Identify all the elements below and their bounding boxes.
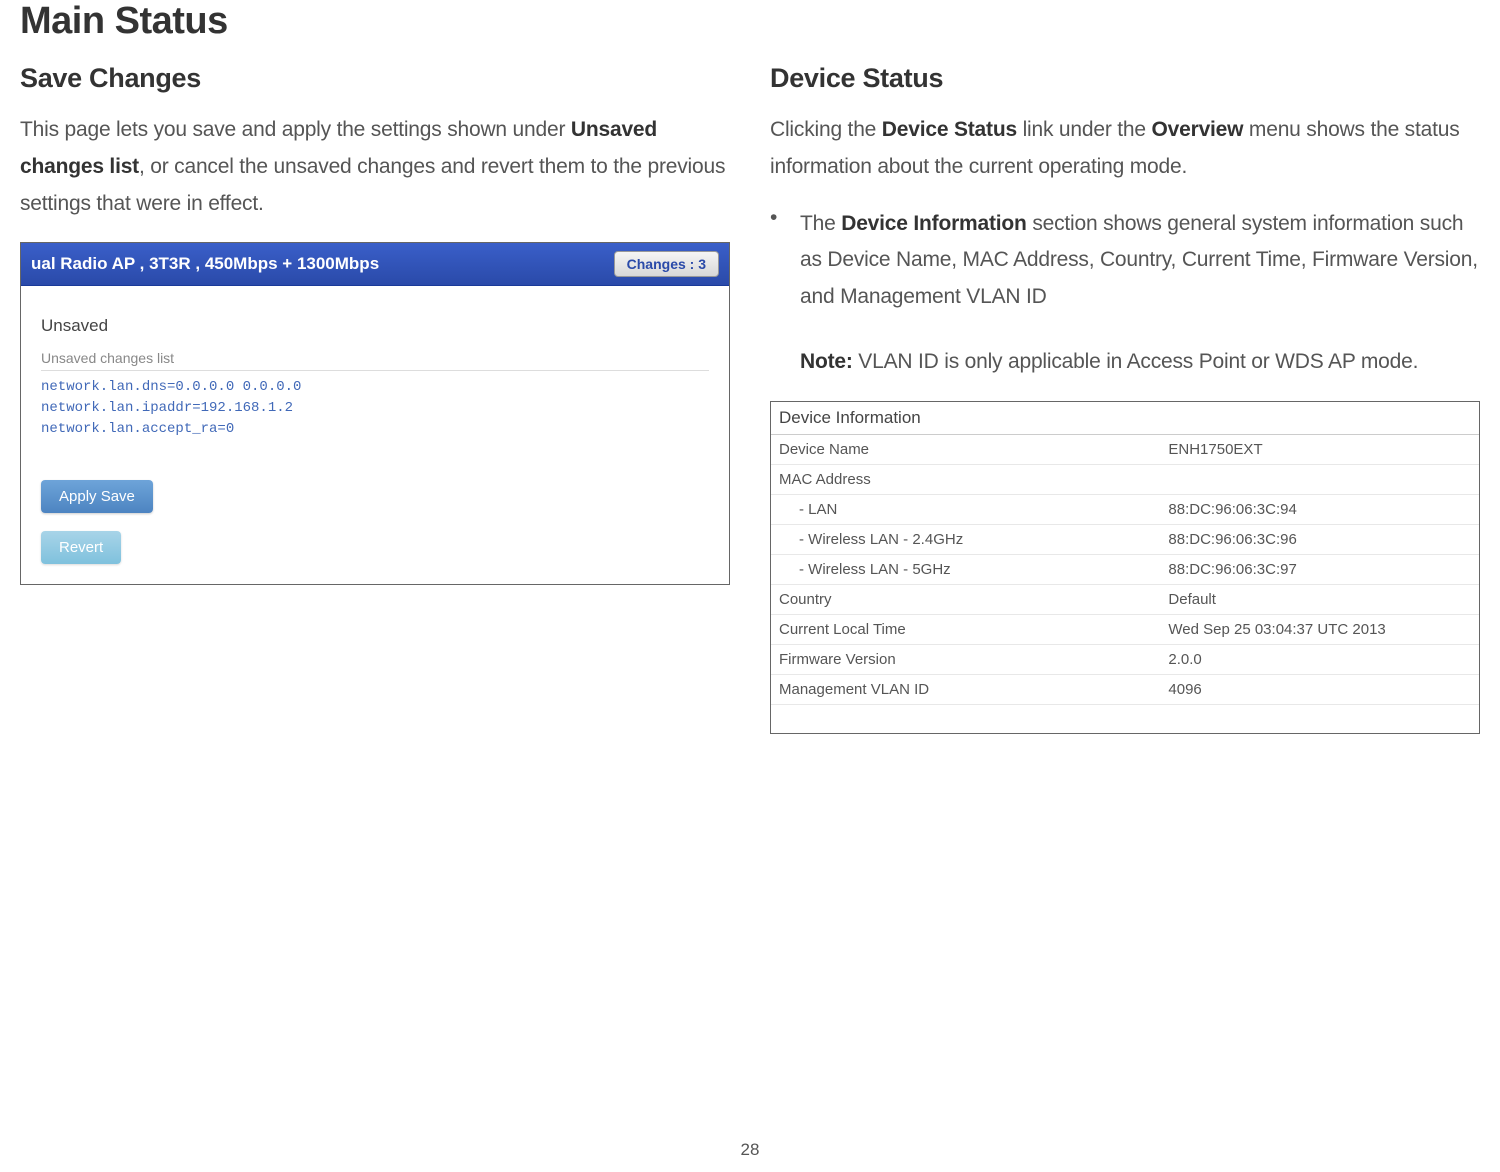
lan-value: 88:DC:96:06:3C:94 <box>1160 494 1479 524</box>
wlan24-value: 88:DC:96:06:3C:96 <box>1160 524 1479 554</box>
firmware-value: 2.0.0 <box>1160 644 1479 674</box>
right-column: Device Status Clicking the Device Status… <box>770 63 1480 734</box>
note-text: VLAN ID is only applicable in Access Poi… <box>853 350 1419 373</box>
ap-header-bar: ual Radio AP , 3T3R , 450Mbps + 1300Mbps… <box>21 243 729 286</box>
table-row: Management VLAN ID 4096 <box>771 674 1479 704</box>
table-row: - Wireless LAN - 2.4GHz 88:DC:96:06:3C:9… <box>771 524 1479 554</box>
table-row: Firmware Version 2.0.0 <box>771 644 1479 674</box>
unsaved-changes-pre: network.lan.dns=0.0.0.0 0.0.0.0 network.… <box>41 377 709 440</box>
table-row: Device Name ENH1750EXT <box>771 435 1479 465</box>
bullet-item: • The Device Information section shows g… <box>770 206 1480 330</box>
time-value: Wed Sep 25 03:04:37 UTC 2013 <box>1160 614 1479 644</box>
country-value: Default <box>1160 584 1479 614</box>
changes-button[interactable]: Changes : 3 <box>614 251 719 277</box>
text: This page lets you save and apply the se… <box>20 118 571 141</box>
save-changes-heading: Save Changes <box>20 63 730 94</box>
wlan5-value: 88:DC:96:06:3C:97 <box>1160 554 1479 584</box>
wlan24-label: - Wireless LAN - 2.4GHz <box>771 524 1160 554</box>
vlan-label: Management VLAN ID <box>771 674 1160 704</box>
unsaved-title: Unsaved <box>41 316 709 336</box>
device-name-value: ENH1750EXT <box>1160 435 1479 465</box>
time-label: Current Local Time <box>771 614 1160 644</box>
text: link under the <box>1017 118 1152 141</box>
revert-button[interactable]: Revert <box>41 531 121 564</box>
wlan5-label: - Wireless LAN - 5GHz <box>771 554 1160 584</box>
device-information-table: Device Name ENH1750EXT MAC Address - LAN… <box>771 435 1479 705</box>
bullet-icon: • <box>770 206 800 330</box>
device-information-bold: Device Information <box>841 212 1026 235</box>
text: Clicking the <box>770 118 882 141</box>
apply-save-button[interactable]: Apply Save <box>41 480 153 513</box>
country-label: Country <box>771 584 1160 614</box>
two-column-layout: Save Changes This page lets you save and… <box>20 63 1480 734</box>
page-number: 28 <box>0 1140 1500 1160</box>
text: The <box>800 212 841 235</box>
table-row: - Wireless LAN - 5GHz 88:DC:96:06:3C:97 <box>771 554 1479 584</box>
device-information-header: Device Information <box>771 402 1479 435</box>
device-name-label: Device Name <box>771 435 1160 465</box>
table-bottom-pad <box>771 705 1479 733</box>
lan-label: - LAN <box>771 494 1160 524</box>
device-status-bold: Device Status <box>882 118 1017 141</box>
mac-address-value <box>1160 464 1479 494</box>
note-paragraph: Note: VLAN ID is only applicable in Acce… <box>770 344 1480 381</box>
ap-header-title: ual Radio AP , 3T3R , 450Mbps + 1300Mbps <box>31 254 379 274</box>
save-changes-screenshot: ual Radio AP , 3T3R , 450Mbps + 1300Mbps… <box>20 242 730 585</box>
page-title: Main Status <box>20 0 1480 43</box>
device-information-screenshot: Device Information Device Name ENH1750EX… <box>770 401 1480 734</box>
note-label: Note: <box>800 350 853 373</box>
table-row: - LAN 88:DC:96:06:3C:94 <box>771 494 1479 524</box>
mac-address-label: MAC Address <box>771 464 1160 494</box>
table-row: MAC Address <box>771 464 1479 494</box>
unsaved-list-label: Unsaved changes list <box>41 350 709 371</box>
device-status-paragraph: Clicking the Device Status link under th… <box>770 112 1480 186</box>
device-status-heading: Device Status <box>770 63 1480 94</box>
table-row: Current Local Time Wed Sep 25 03:04:37 U… <box>771 614 1479 644</box>
save-changes-paragraph: This page lets you save and apply the se… <box>20 112 730 222</box>
vlan-value: 4096 <box>1160 674 1479 704</box>
bullet-text: The Device Information section shows gen… <box>800 206 1480 316</box>
ap-body: Unsaved Unsaved changes list network.lan… <box>21 286 729 584</box>
left-column: Save Changes This page lets you save and… <box>20 63 730 734</box>
firmware-label: Firmware Version <box>771 644 1160 674</box>
table-row: Country Default <box>771 584 1479 614</box>
overview-bold: Overview <box>1152 118 1244 141</box>
